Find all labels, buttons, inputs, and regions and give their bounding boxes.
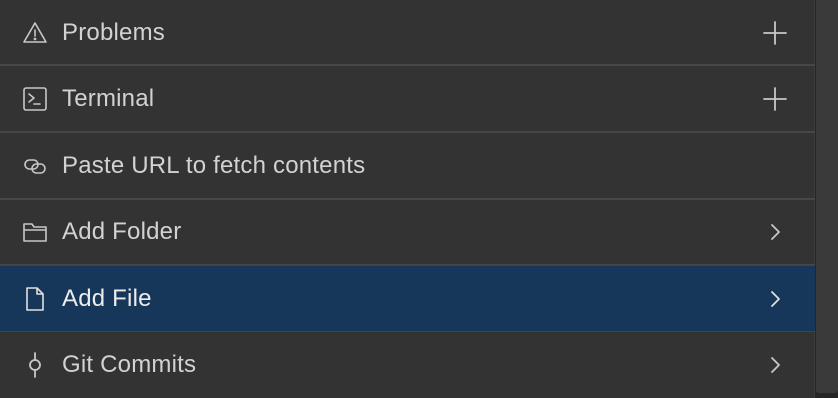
menu-item-git-commits[interactable]: Git Commits (0, 332, 815, 398)
menu-item-label: Add File (62, 284, 152, 312)
context-menu: Problems Terminal Paste URL to fetch con… (0, 0, 815, 398)
chevron-right-icon (760, 217, 790, 247)
menu-item-problems[interactable]: Problems (0, 0, 815, 66)
link-icon (22, 153, 48, 179)
plus-icon[interactable] (760, 18, 790, 48)
git-commit-icon (22, 352, 48, 378)
menu-item-label: Git Commits (62, 351, 197, 378)
menu-item-label: Terminal (62, 85, 155, 112)
menu-item-paste-url[interactable]: Paste URL to fetch contents (0, 133, 815, 200)
menu-item-add-file[interactable]: Add File (0, 265, 815, 332)
menu-item-add-folder[interactable]: Add Folder (0, 199, 815, 266)
folder-icon (22, 219, 48, 245)
menu-item-label: Problems (62, 18, 165, 46)
menu-item-terminal[interactable]: Terminal (0, 66, 815, 133)
warning-icon (22, 20, 48, 46)
menu-item-label: Add Folder (62, 218, 182, 245)
chevron-right-icon (760, 350, 790, 380)
chevron-right-icon (760, 284, 790, 314)
scrollbar-thumb[interactable] (816, 0, 838, 393)
plus-icon[interactable] (760, 84, 790, 114)
file-icon (22, 286, 48, 312)
menu-item-label: Paste URL to fetch contents (62, 152, 366, 179)
terminal-icon (22, 86, 48, 112)
